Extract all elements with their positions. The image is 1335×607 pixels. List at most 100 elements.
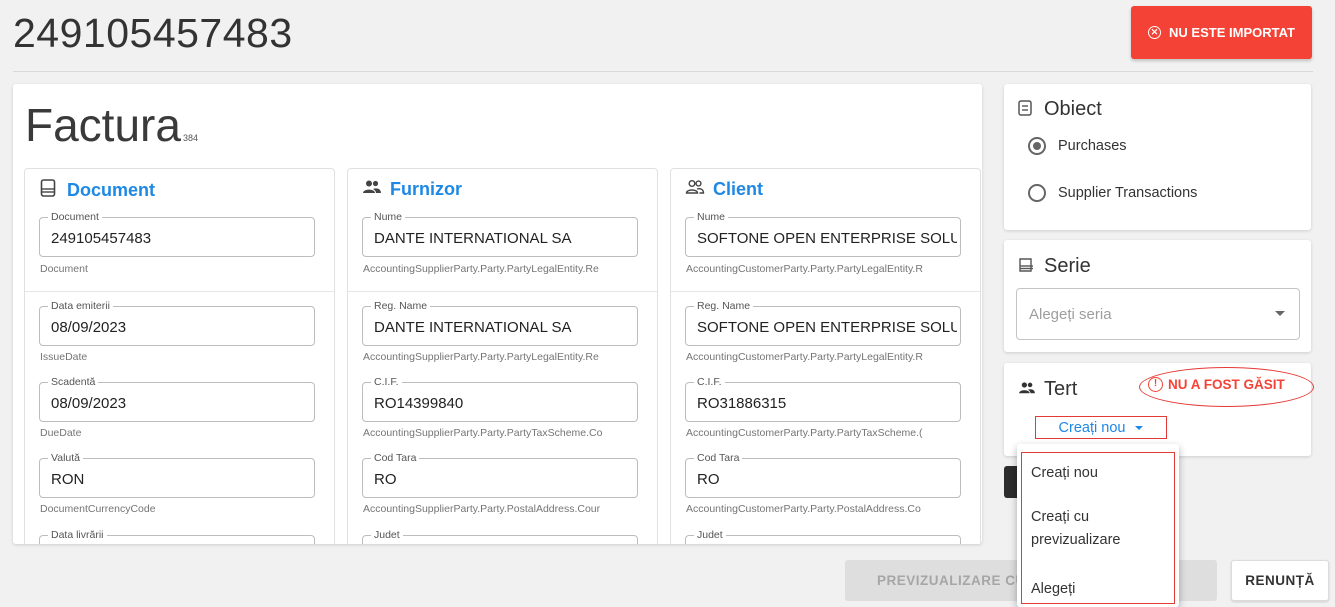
field-hint: AccountingCustomerParty.Party.PartyLegal… (686, 351, 923, 363)
field-hint: Document (40, 263, 88, 275)
tert-create-dropdown[interactable]: Creați nou (1035, 416, 1167, 439)
section-document-title: Document (67, 180, 156, 200)
field-label: Nume (694, 211, 729, 223)
radio-unchecked-icon[interactable] (1028, 184, 1046, 202)
chevron-down-icon (1275, 311, 1285, 316)
tert-title: Tert (1044, 378, 1078, 400)
field-label: Document (48, 211, 102, 223)
field-value: 249105457483 (51, 230, 152, 247)
radio-purchases-label: Purchases (1058, 138, 1127, 154)
radio-purchases[interactable]: Purchases (1028, 137, 1127, 155)
serie-title: Serie (1044, 255, 1091, 277)
people-icon (362, 179, 381, 200)
client-reg-name-field[interactable]: Reg. Name SOFTONE OPEN ENTERPRISE SOLUT (685, 300, 961, 346)
cancel-button[interactable]: RENUNȚĂ (1231, 560, 1329, 601)
annotation-box (1021, 452, 1175, 604)
field-value: SOFTONE OPEN ENTERPRISE SOLUT (697, 230, 957, 247)
field-label: Judet (371, 529, 403, 541)
radio-supplier-transactions[interactable]: Supplier Transactions (1028, 184, 1197, 202)
field-value: 08/09/2023 (51, 319, 127, 336)
import-status-label: NU ESTE IMPORTAT (1169, 25, 1295, 40)
field-hint: DocumentCurrencyCode (40, 503, 156, 515)
obiect-header: Obiect (1018, 98, 1102, 121)
field-label: Data livrării (48, 529, 107, 541)
field-label: Scadentă (48, 376, 99, 388)
currency-field[interactable]: Valută RON (39, 452, 315, 498)
field-label: Reg. Name (371, 300, 431, 312)
client-country-field[interactable]: Cod Tara RO (685, 452, 961, 498)
serie-select[interactable]: Alegeți seria (1016, 288, 1300, 340)
field-hint: AccountingSupplierParty.Party.PartyLegal… (363, 263, 599, 275)
obiect-card: Obiect Purchases Supplier Transactions (1004, 84, 1311, 230)
field-value: 08/09/2023 (51, 395, 127, 412)
field-label: Cod Tara (694, 452, 743, 464)
obiect-title: Obiect (1044, 98, 1102, 120)
annotation-ellipse (1139, 367, 1314, 407)
header-divider (13, 71, 1313, 72)
obscured-button[interactable] (1004, 466, 1018, 498)
field-hint: AccountingSupplierParty.Party.PartyTaxSc… (363, 427, 603, 439)
client-name-field[interactable]: Nume SOFTONE OPEN ENTERPRISE SOLUT (685, 211, 961, 257)
section-client: Client Nume SOFTONE OPEN ENTERPRISE SOLUT… (670, 168, 981, 544)
supplier-country-field[interactable]: Cod Tara RO (362, 452, 638, 498)
field-hint: AccountingCustomerParty.Party.PartyLegal… (686, 263, 923, 275)
delivery-date-field[interactable]: Data livrării (39, 529, 315, 544)
badge-icon (1018, 100, 1032, 119)
document-field[interactable]: Document 249105457483 (39, 211, 315, 257)
chevron-down-icon (1135, 425, 1144, 430)
field-hint: AccountingCustomerParty.Party.PartyTaxSc… (686, 427, 923, 439)
supplier-cif-field[interactable]: C.I.F. RO14399840 (362, 376, 638, 422)
section-supplier-title: Furnizor (390, 179, 462, 199)
field-hint: AccountingSupplierParty.Party.PartyLegal… (363, 351, 599, 363)
section-document-header: Document (39, 179, 155, 202)
field-hint: AccountingSupplierParty.Party.PostalAddr… (363, 503, 601, 515)
field-label: Data emiterii (48, 300, 113, 312)
divider (671, 291, 980, 292)
field-label: Cod Tara (371, 452, 420, 464)
field-hint: AccountingCustomerParty.Party.PostalAddr… (686, 503, 921, 515)
field-value: SOFTONE OPEN ENTERPRISE SOLUT (697, 319, 957, 336)
supplier-name-field[interactable]: Nume DANTE INTERNATIONAL SA (362, 211, 638, 257)
field-label: C.I.F. (371, 376, 402, 388)
supplier-reg-name-field[interactable]: Reg. Name DANTE INTERNATIONAL SA (362, 300, 638, 346)
invoice-title-text: Factura (25, 99, 181, 151)
section-document: Document Document 249105457483 Document D… (24, 168, 335, 544)
field-label: Judet (694, 529, 726, 541)
divider (348, 291, 657, 292)
section-supplier-header: Furnizor (362, 179, 462, 200)
divider (25, 291, 334, 292)
tert-header: Tert (1018, 378, 1077, 401)
field-value: DANTE INTERNATIONAL SA (374, 319, 572, 336)
due-date-field[interactable]: Scadentă 08/09/2023 (39, 376, 315, 422)
tert-dropdown-label: Creați nou (1058, 419, 1126, 436)
client-county-field[interactable]: Judet (685, 529, 961, 544)
radio-checked-icon[interactable] (1028, 137, 1046, 155)
document-number-title: 249105457483 (13, 10, 293, 56)
supplier-county-field[interactable]: Judet (362, 529, 638, 544)
issue-date-field[interactable]: Data emiterii 08/09/2023 (39, 300, 315, 346)
serie-header: Serie (1018, 255, 1091, 278)
section-client-title: Client (713, 179, 764, 199)
section-client-header: Client (685, 179, 763, 200)
section-supplier: Furnizor Nume DANTE INTERNATIONAL SA Acco… (347, 168, 658, 544)
field-hint: IssueDate (40, 351, 88, 363)
cancel-circle-icon: ✕ (1148, 26, 1162, 39)
client-cif-field[interactable]: C.I.F. RO31886315 (685, 376, 961, 422)
serie-placeholder: Alegeți seria (1029, 306, 1112, 323)
field-value: RO31886315 (697, 395, 787, 412)
import-status-button[interactable]: ✕ NU ESTE IMPORTAT (1131, 6, 1312, 59)
field-label: Nume (371, 211, 406, 223)
field-value: RO14399840 (374, 395, 464, 412)
invoice-card: Factura 384 Document Document 249105457483… (13, 84, 982, 544)
invoice-count: 384 (182, 133, 198, 143)
field-hint: DueDate (40, 427, 82, 439)
receipt-icon (1018, 257, 1033, 276)
field-value: RO (697, 471, 720, 488)
field-label: Valută (48, 452, 83, 464)
serie-card: Serie Alegeți seria (1004, 240, 1311, 352)
people-icon (1018, 381, 1035, 398)
field-value: RON (51, 471, 85, 488)
field-label: C.I.F. (694, 376, 725, 388)
field-label: Reg. Name (694, 300, 754, 312)
people-outline-icon (685, 179, 705, 200)
